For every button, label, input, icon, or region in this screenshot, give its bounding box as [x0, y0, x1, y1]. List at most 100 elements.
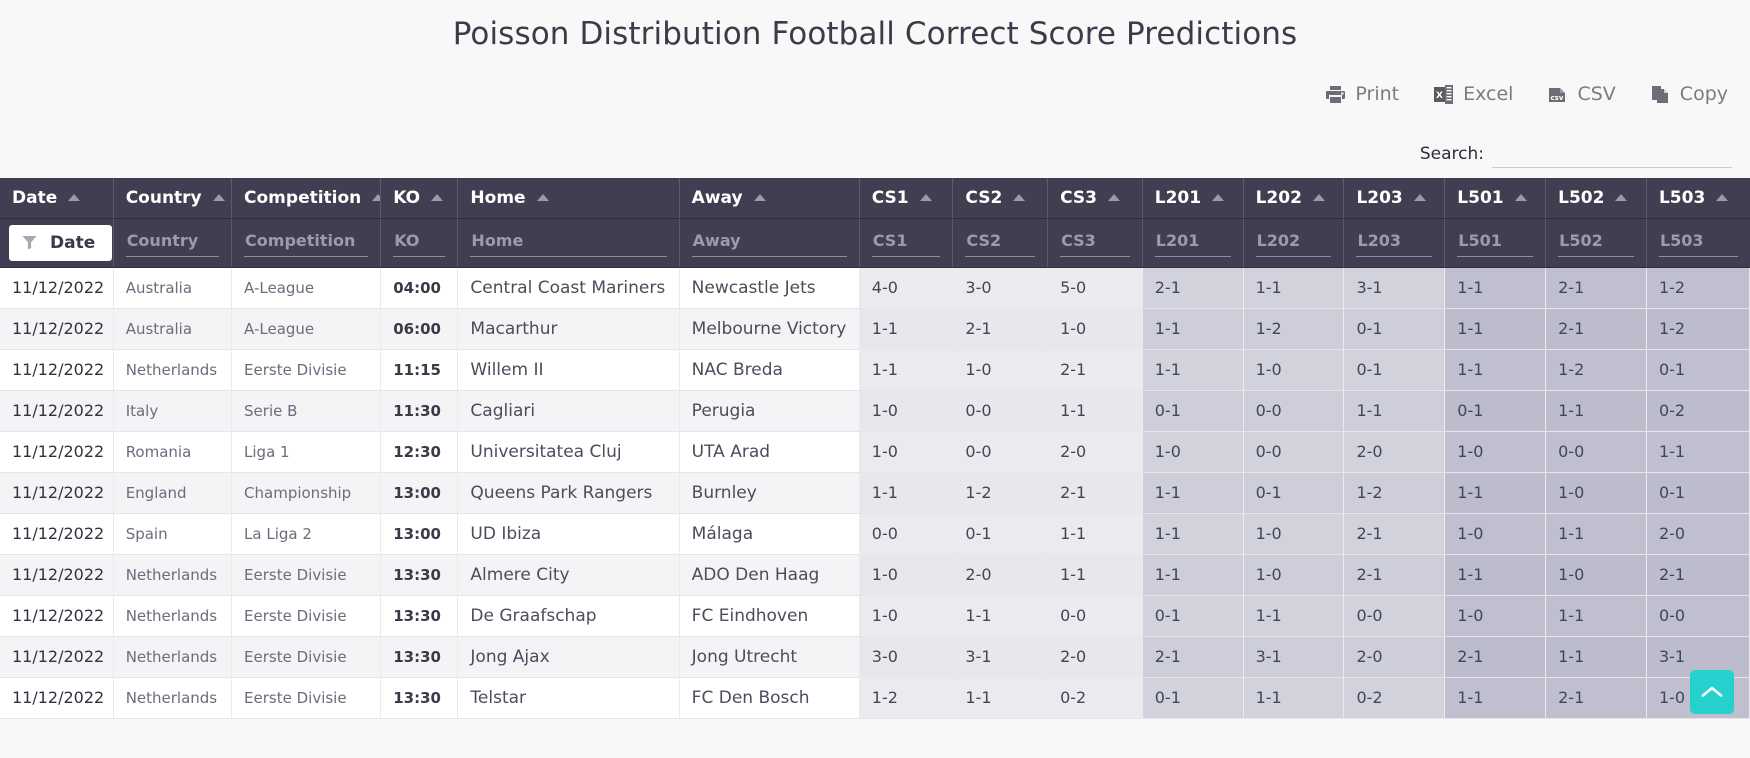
- excel-button[interactable]: X Excel: [1433, 83, 1513, 105]
- cell-competition: La Liga 2: [231, 513, 382, 555]
- cell-l501: 1-0: [1444, 595, 1547, 637]
- competition-filter-input[interactable]: Competition: [244, 229, 369, 257]
- filter-cell-cs3[interactable]: CS3: [1047, 218, 1143, 268]
- col-header-date[interactable]: Date: [0, 178, 114, 219]
- cell-l202: 1-1: [1243, 677, 1345, 719]
- country-filter-input[interactable]: Country: [125, 229, 220, 257]
- col-header-l201[interactable]: L201: [1142, 178, 1244, 219]
- col-header-competition[interactable]: Competition: [231, 178, 382, 219]
- cell-competition: A-League: [231, 267, 382, 309]
- away-filter-input[interactable]: Away: [691, 229, 847, 257]
- print-button[interactable]: Print: [1325, 83, 1399, 105]
- cell-away: Perugia: [679, 390, 860, 432]
- filter-cell-cs1[interactable]: CS1: [859, 218, 954, 268]
- cell-l502: 1-1: [1545, 595, 1647, 637]
- copy-icon: [1650, 84, 1671, 105]
- home-filter-input[interactable]: Home: [470, 229, 667, 257]
- cell-l202: 1-2: [1243, 308, 1345, 350]
- filter-cell-l501[interactable]: L501: [1444, 218, 1547, 268]
- filter-cell-l202[interactable]: L202: [1243, 218, 1345, 268]
- filter-cell-country[interactable]: Country: [113, 218, 233, 268]
- cell-date: 11/12/2022: [0, 349, 114, 391]
- sort-asc-icon: [1013, 194, 1026, 202]
- scroll-to-top-button[interactable]: [1690, 670, 1734, 714]
- table-body: 11/12/2022 Australia A-League 04:00 Central …: [0, 267, 1750, 719]
- cell-l203: 2-0: [1343, 431, 1446, 473]
- filter-cell-home[interactable]: Home: [457, 218, 680, 268]
- cell-l203: 1-1: [1343, 390, 1446, 432]
- filter-cell-cs2[interactable]: CS2: [952, 218, 1049, 268]
- col-header-l202[interactable]: L202: [1243, 178, 1345, 219]
- filter-cell-date[interactable]: Date: [0, 218, 114, 268]
- col-header-l501[interactable]: L501: [1444, 178, 1547, 219]
- cell-cs1: 1-1: [859, 308, 954, 350]
- chevron-up-icon: [1701, 685, 1723, 699]
- filter-cell-ko[interactable]: KO: [380, 218, 459, 268]
- date-filter-chip[interactable]: Date: [9, 224, 113, 261]
- cs3-filter-input[interactable]: CS3: [1060, 229, 1130, 257]
- col-header-l203[interactable]: L203: [1343, 178, 1446, 219]
- col-header-country[interactable]: Country: [113, 178, 233, 219]
- col-header-ko[interactable]: KO: [380, 178, 459, 219]
- col-header-l502[interactable]: L502: [1545, 178, 1647, 219]
- col-header-l502-label: L502: [1558, 187, 1605, 208]
- col-header-cs1-label: CS1: [871, 187, 909, 208]
- l203-filter-input[interactable]: L203: [1356, 229, 1433, 257]
- search-input[interactable]: [1492, 144, 1732, 168]
- predictions-table-container: Date Country Competition KO Home Away CS…: [0, 178, 1750, 719]
- cell-cs3: 1-1: [1047, 513, 1143, 555]
- l503-filter-input[interactable]: L503: [1658, 229, 1738, 257]
- cell-competition: Eerste Divisie: [231, 677, 382, 719]
- cell-competition: Eerste Divisie: [231, 636, 382, 678]
- cell-home: Cagliari: [457, 390, 680, 432]
- l502-filter-input[interactable]: L502: [1558, 229, 1634, 257]
- col-header-date-label: Date: [12, 187, 58, 208]
- search-area: Search:: [0, 128, 1750, 168]
- sort-asc-icon: [753, 194, 766, 202]
- l501-filter-input[interactable]: L501: [1457, 229, 1534, 257]
- cs2-filter-input[interactable]: CS2: [965, 229, 1036, 257]
- cell-home: Jong Ajax: [457, 636, 680, 678]
- col-header-cs2[interactable]: CS2: [952, 178, 1049, 219]
- cell-l502: 1-0: [1545, 472, 1647, 514]
- cell-cs3: 2-0: [1047, 431, 1143, 473]
- table-row: 11/12/2022 Netherlands Eerste Divisie 11:15…: [0, 349, 1750, 391]
- l202-filter-input[interactable]: L202: [1255, 229, 1332, 257]
- cs1-filter-input[interactable]: CS1: [871, 229, 941, 257]
- table-row: 11/12/2022 Spain La Liga 2 13:00 UD Ibiza Mál…: [0, 513, 1750, 555]
- filter-cell-l502[interactable]: L502: [1545, 218, 1647, 268]
- filter-cell-l201[interactable]: L201: [1142, 218, 1244, 268]
- table-row: 11/12/2022 Netherlands Eerste Divisie 13:30…: [0, 595, 1750, 637]
- cell-date: 11/12/2022: [0, 390, 114, 432]
- cell-cs2: 0-0: [952, 431, 1049, 473]
- cell-cs2: 0-0: [952, 390, 1049, 432]
- col-header-cs1[interactable]: CS1: [859, 178, 954, 219]
- filter-cell-away[interactable]: Away: [679, 218, 860, 268]
- col-header-l503[interactable]: L503: [1646, 178, 1750, 219]
- filter-cell-l503[interactable]: L503: [1646, 218, 1750, 268]
- filter-cell-l203[interactable]: L203: [1343, 218, 1446, 268]
- cell-cs1: 1-2: [859, 677, 954, 719]
- col-header-cs3[interactable]: CS3: [1047, 178, 1143, 219]
- table-row: 11/12/2022 Netherlands Eerste Divisie 13:30…: [0, 636, 1750, 678]
- col-header-home[interactable]: Home: [457, 178, 680, 219]
- cell-cs3: 1-1: [1047, 554, 1143, 596]
- cell-cs2: 0-1: [952, 513, 1049, 555]
- ko-filter-input[interactable]: KO: [393, 229, 446, 257]
- col-header-away[interactable]: Away: [679, 178, 860, 219]
- cell-l203: 2-1: [1343, 554, 1446, 596]
- table-row: 11/12/2022 Australia A-League 06:00 Macarthu…: [0, 308, 1750, 350]
- cell-away: Melbourne Victory: [679, 308, 860, 350]
- cell-l503: 0-0: [1646, 595, 1750, 637]
- csv-button[interactable]: csv CSV: [1547, 83, 1616, 105]
- copy-button[interactable]: Copy: [1650, 83, 1728, 105]
- filter-cell-competition[interactable]: Competition: [231, 218, 382, 268]
- funnel-icon: [21, 234, 38, 251]
- cell-ko: 13:30: [380, 595, 459, 637]
- cell-l501: 2-1: [1444, 636, 1547, 678]
- cell-l203: 1-2: [1343, 472, 1446, 514]
- cell-ko: 12:30: [380, 431, 459, 473]
- l201-filter-input[interactable]: L201: [1154, 229, 1231, 257]
- cell-away: Jong Utrecht: [679, 636, 860, 678]
- cell-country: Romania: [113, 431, 233, 473]
